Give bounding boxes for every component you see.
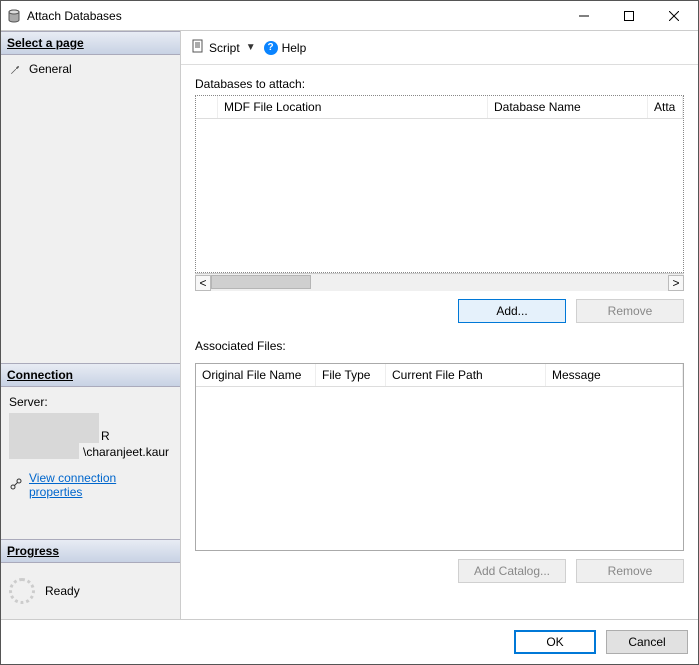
server-name-suffix: R — [101, 429, 110, 443]
column-message[interactable]: Message — [546, 364, 683, 386]
minimize-button[interactable] — [561, 2, 606, 30]
horizontal-scrollbar[interactable]: < > — [195, 273, 684, 291]
add-catalog-button: Add Catalog... — [458, 559, 566, 583]
remove-button: Remove — [576, 299, 684, 323]
connection-header: Connection — [1, 363, 180, 387]
help-icon: ? — [264, 41, 278, 55]
scroll-thumb[interactable] — [211, 275, 311, 289]
server-name-redacted — [9, 413, 99, 443]
script-icon — [191, 39, 205, 56]
databases-grid-body[interactable] — [196, 119, 683, 272]
wrench-icon — [9, 63, 23, 75]
attach-databases-dialog: Attach Databases Select a page General C… — [0, 0, 699, 665]
chevron-down-icon[interactable]: ▼ — [244, 42, 256, 53]
progress-status: Ready — [45, 584, 80, 598]
user-redacted — [9, 443, 79, 459]
help-label: Help — [282, 41, 307, 55]
progress-header: Progress — [1, 539, 180, 563]
column-mdf-location[interactable]: MDF File Location — [218, 96, 488, 118]
close-button[interactable] — [651, 2, 696, 30]
progress-spinner-icon — [9, 578, 35, 604]
script-button[interactable]: Script ▼ — [191, 39, 256, 56]
script-label: Script — [209, 41, 240, 55]
column-original-file-name[interactable]: Original File Name — [196, 364, 316, 386]
connection-panel: Server: R \charanjeet.kaur View connecti… — [1, 387, 180, 509]
scroll-right-arrow[interactable]: > — [668, 275, 684, 291]
cancel-button[interactable]: Cancel — [606, 630, 688, 654]
main-panel: Script ▼ ? Help Databases to attach: MDF… — [181, 31, 698, 619]
server-label: Server: — [9, 395, 172, 409]
databases-grid[interactable]: MDF File Location Database Name Atta — [195, 95, 684, 273]
ok-button[interactable]: OK — [514, 630, 596, 654]
progress-panel: Ready — [1, 563, 180, 619]
maximize-button[interactable] — [606, 2, 651, 30]
sidebar-item-label: General — [29, 62, 72, 76]
databases-to-attach-label: Databases to attach: — [195, 77, 684, 91]
associated-files-grid[interactable]: Original File Name File Type Current Fil… — [195, 363, 684, 551]
associated-files-label: Associated Files: — [195, 339, 684, 353]
scroll-left-arrow[interactable]: < — [195, 275, 211, 291]
column-file-type[interactable]: File Type — [316, 364, 386, 386]
user-suffix: \charanjeet.kaur — [83, 445, 169, 459]
sidebar: Select a page General Connection Server:… — [1, 31, 181, 619]
column-database-name[interactable]: Database Name — [488, 96, 648, 118]
scroll-track[interactable] — [211, 275, 668, 291]
remove-file-button: Remove — [576, 559, 684, 583]
toolbar: Script ▼ ? Help — [181, 31, 698, 65]
column-attach-as[interactable]: Atta — [648, 96, 683, 118]
connection-icon — [9, 477, 23, 494]
help-button[interactable]: ? Help — [264, 41, 307, 55]
titlebar: Attach Databases — [1, 1, 698, 31]
column-current-file-path[interactable]: Current File Path — [386, 364, 546, 386]
sidebar-item-general[interactable]: General — [1, 59, 180, 79]
select-page-header: Select a page — [1, 31, 180, 55]
window-title: Attach Databases — [27, 9, 122, 23]
database-icon — [7, 9, 21, 23]
dialog-footer: OK Cancel — [1, 619, 698, 664]
view-connection-properties-link[interactable]: View connection properties — [29, 471, 172, 499]
row-header-column — [196, 96, 218, 118]
add-button[interactable]: Add... — [458, 299, 566, 323]
